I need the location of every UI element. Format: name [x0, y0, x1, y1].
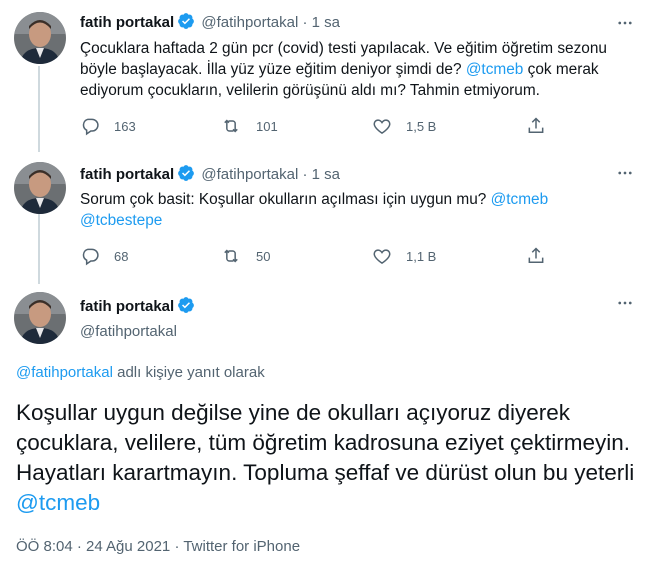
tweet-header: fatih portakal @fatihportakal · 1 sa [80, 12, 340, 36]
separator-dot: · [302, 14, 308, 31]
retweet-count: 50 [256, 248, 271, 264]
like-icon [373, 249, 391, 264]
more-icon[interactable] [614, 292, 636, 314]
retweet-button[interactable]: 50 [220, 246, 270, 266]
tweet-header: fatih portakal @fatihportakal · 1 sa [80, 164, 340, 188]
thread-line [38, 214, 40, 284]
more-icon[interactable] [614, 12, 636, 34]
author-name[interactable]: fatih portakal [80, 166, 174, 183]
share-icon [528, 247, 544, 263]
tweet-text: Sorum çok basit: Koşullar okulların açıl… [80, 189, 636, 231]
reply-to-link[interactable]: @fatihportakal [16, 364, 113, 381]
tweet-actions: 163 101 1,5 B [80, 116, 560, 136]
tweet-time[interactable]: 1 sa [312, 166, 340, 183]
avatar[interactable] [14, 12, 66, 64]
separator-dot: · [302, 166, 308, 183]
author-handle[interactable]: @fatihportakal [80, 322, 197, 342]
share-icon [528, 117, 544, 133]
mention-link[interactable]: @tcbestepe [80, 212, 162, 229]
verified-badge-icon [177, 12, 195, 36]
reply-to-label: adlı kişiye yanıt olarak [112, 364, 265, 381]
reply-button[interactable]: 163 [80, 116, 136, 136]
like-count: 1,5 B [406, 118, 437, 134]
like-icon [373, 119, 391, 134]
main-tweet-text: Koşullar uygun değilse yine de okulları … [16, 398, 636, 518]
tweet-text: Çocuklara haftada 2 gün pcr (covid) test… [80, 38, 636, 101]
share-button[interactable] [526, 246, 560, 266]
mention-link[interactable]: @tcmeb [466, 61, 524, 78]
mention-link[interactable]: @tcmeb [491, 191, 549, 208]
more-icon[interactable] [614, 162, 636, 184]
mention-link[interactable]: @tcmeb [16, 490, 100, 515]
author-handle[interactable]: @fatihportakal [201, 166, 298, 183]
reply-count: 163 [114, 118, 136, 134]
reply-icon [82, 118, 99, 136]
reply-button[interactable]: 68 [80, 246, 128, 266]
retweet-icon [224, 249, 238, 263]
share-button[interactable] [526, 116, 560, 136]
tweet-text-part: Sorum çok basit: Koşullar okulların açıl… [80, 191, 491, 208]
thread-line [38, 66, 40, 152]
reply-count: 68 [114, 248, 129, 264]
reply-icon [82, 248, 99, 266]
tweet-actions: 68 50 1,1 B [80, 246, 560, 266]
like-count: 1,1 B [406, 248, 437, 264]
tweet-meta[interactable]: ÖÖ 8:04 · 24 Ağu 2021 · Twitter for iPho… [16, 538, 300, 555]
author-name[interactable]: fatih portakal [80, 298, 174, 315]
author-handle[interactable]: @fatihportakal [201, 14, 298, 31]
retweet-button[interactable]: 101 [220, 116, 278, 136]
like-button[interactable]: 1,5 B [372, 116, 436, 136]
author-name[interactable]: fatih portakal [80, 14, 174, 31]
like-button[interactable]: 1,1 B [372, 246, 436, 266]
reply-context: @fatihportakal adlı kişiye yanıt olarak [16, 364, 265, 381]
main-tweet-text-body: Koşullar uygun değilse yine de okulları … [16, 400, 635, 485]
verified-badge-icon [177, 164, 195, 188]
avatar[interactable] [14, 292, 66, 344]
tweet-time[interactable]: 1 sa [312, 14, 340, 31]
avatar[interactable] [14, 162, 66, 214]
main-tweet-author: fatih portakal @fatihportakal [80, 296, 197, 342]
retweet-icon [224, 119, 238, 133]
verified-badge-icon [177, 296, 195, 320]
retweet-count: 101 [256, 118, 278, 134]
